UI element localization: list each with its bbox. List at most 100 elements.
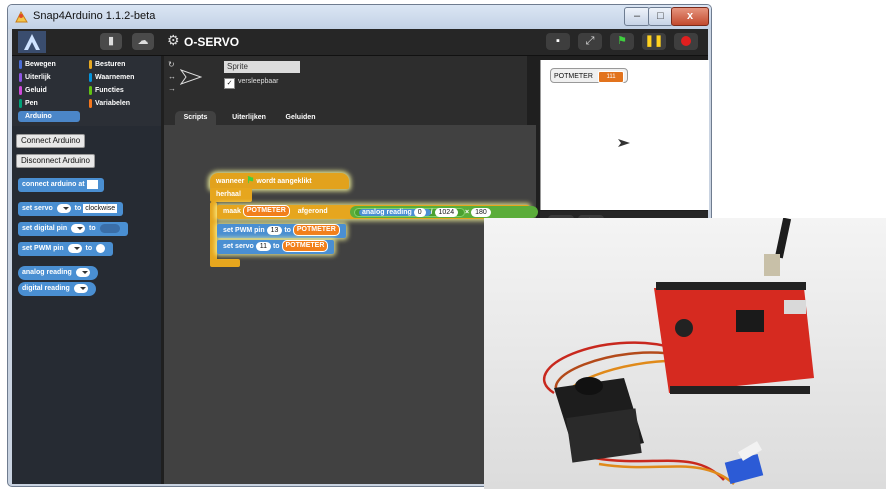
pwm-pin-dropdown[interactable]: [67, 243, 82, 253]
disconnect-arduino-button[interactable]: Disconnect Arduino: [16, 154, 95, 168]
rotation-none-icon[interactable]: →: [168, 84, 176, 93]
category-label: Bewegen: [25, 61, 56, 68]
forever-block[interactable]: herhaal: [210, 188, 252, 202]
category-color-bar: [89, 60, 92, 69]
variable-watcher[interactable]: POTMETER 111: [550, 68, 628, 83]
tab-sounds[interactable]: Geluiden: [279, 111, 322, 125]
block-set-digital-pin[interactable]: set digital pin to: [18, 222, 128, 236]
maximize-button[interactable]: □: [648, 7, 673, 26]
draggable-checkbox[interactable]: ✓: [224, 78, 235, 89]
block-label: to: [272, 243, 280, 250]
green-flag-icon: ⚑: [246, 175, 255, 185]
pause-icon[interactable]: ❚❚: [642, 33, 666, 50]
settings-gear-icon[interactable]: ⚙: [167, 32, 180, 49]
category-geluid[interactable]: Geluid: [18, 85, 80, 96]
variable-dropdown[interactable]: POTMETER: [242, 205, 290, 218]
block-label: analog reading: [362, 209, 412, 216]
scripts-area[interactable]: wanneer ⚑ wordt aangeklikt herhaal maak …: [164, 125, 538, 484]
servo-pin-dropdown[interactable]: 11: [255, 241, 271, 251]
minimize-button[interactable]: –: [624, 7, 650, 26]
tab-scripts[interactable]: Scripts: [175, 111, 216, 125]
multiplier-input[interactable]: 180: [471, 207, 491, 217]
category-bewegen[interactable]: Bewegen: [18, 59, 80, 70]
category-label: Variabelen: [95, 100, 131, 107]
category-label: Arduino: [25, 113, 52, 120]
draggable-label: versleepbaar: [238, 78, 279, 85]
stop-icon[interactable]: [674, 33, 698, 50]
category-label: Uiterlijk: [25, 74, 51, 81]
category-label: Geluid: [25, 87, 47, 94]
close-button[interactable]: x: [671, 7, 709, 26]
category-label: Besturen: [95, 61, 126, 68]
multiply-operator-block[interactable]: analog reading 0 / 1024 × 180: [350, 206, 538, 218]
boolean-slot[interactable]: [99, 223, 120, 233]
green-flag-icon[interactable]: ⚑: [610, 33, 634, 50]
category-color-bar: [89, 73, 92, 82]
divide-operator-block[interactable]: analog reading 0 / 1024: [354, 207, 466, 217]
category-color-bar: [89, 99, 92, 108]
block-label: connect arduino at: [22, 181, 85, 188]
sprite-arrow-icon[interactable]: [618, 139, 630, 147]
category-besturen[interactable]: Besturen: [88, 59, 150, 70]
category-uiterlijk[interactable]: Uiterlijk: [18, 72, 80, 83]
analog-pin-dropdown[interactable]: 0: [413, 207, 426, 217]
block-label: set servo: [22, 205, 53, 212]
digital-read-pin-dropdown[interactable]: [73, 283, 88, 293]
category-variabelen[interactable]: Variabelen: [88, 98, 150, 109]
block-digital-reading[interactable]: digital reading: [18, 282, 96, 296]
analog-pin-dropdown[interactable]: [75, 267, 90, 277]
pwm-pin-dropdown[interactable]: 13: [266, 225, 283, 235]
block-set-pwm-pin[interactable]: set PWM pin to: [18, 242, 114, 256]
analog-reading-block[interactable]: analog reading 0: [359, 207, 431, 217]
category-color-bar: [19, 60, 22, 69]
block-label: afgerond: [297, 208, 328, 215]
category-waarnemen[interactable]: Waarnemen: [88, 72, 150, 83]
hat-block-when-flag-clicked[interactable]: wanneer ⚑ wordt aangeklikt: [210, 173, 349, 189]
block-label: digital reading: [22, 285, 70, 292]
category-color-bar: [89, 86, 92, 95]
category-label: Functies: [95, 87, 124, 94]
top-toolbar: ▮ ☁ ⚙ O-SERVO ▪ ⤢ ⚑ ❚❚: [12, 29, 708, 56]
digital-pin-dropdown[interactable]: [71, 223, 86, 233]
block-label: set PWM pin: [22, 245, 64, 252]
block-label: to: [89, 225, 96, 232]
category-color-bar: [19, 99, 22, 108]
category-selector: Bewegen Besturen Uiterlijk Waarnemen Gel…: [12, 56, 161, 126]
set-servo-block[interactable]: set servo 11 to POTMETER: [217, 240, 335, 254]
set-pwm-pin-block[interactable]: set PWM pin 13 to POTMETER: [217, 224, 346, 238]
fullscreen-icon[interactable]: ⤢: [578, 33, 602, 50]
sprite-name-field[interactable]: Sprite: [224, 61, 300, 73]
servo-variable[interactable]: POTMETER: [281, 240, 329, 253]
snap-logo-icon[interactable]: [18, 31, 46, 53]
block-connect-arduino[interactable]: connect arduino at: [18, 178, 104, 192]
category-label: Waarnemen: [95, 74, 135, 81]
category-pen[interactable]: Pen: [18, 98, 80, 109]
file-icon[interactable]: ▮: [100, 33, 122, 50]
block-label: ×: [465, 209, 470, 216]
pwm-value-input[interactable]: [96, 243, 106, 253]
block-set-servo[interactable]: set servo to clockwise: [18, 202, 124, 216]
hardware-photo-illustration: [484, 218, 886, 489]
port-input[interactable]: [86, 179, 98, 189]
cloud-icon[interactable]: ☁: [132, 33, 154, 50]
category-label: Pen: [25, 100, 38, 107]
forever-block-arm: [210, 202, 217, 262]
category-functies[interactable]: Functies: [88, 85, 150, 96]
block-label: wordt aangeklikt: [256, 178, 312, 185]
tab-costumes[interactable]: Uiterlijken: [227, 111, 271, 125]
block-label: set digital pin: [22, 225, 68, 232]
stage[interactable]: POTMETER 111: [540, 60, 709, 210]
title-bar: Snap4Arduino 1.1.2-beta – □ x: [8, 5, 711, 29]
direction-dropdown[interactable]: clockwise: [83, 203, 118, 213]
pwm-variable[interactable]: POTMETER: [292, 224, 340, 237]
divisor-input[interactable]: 1024: [434, 207, 459, 217]
rotation-lr-icon[interactable]: ↔: [168, 72, 176, 81]
servo-pin-dropdown[interactable]: [56, 203, 71, 213]
category-arduino[interactable]: Arduino: [18, 111, 80, 122]
rotation-any-icon[interactable]: ↻: [168, 60, 175, 69]
block-analog-reading[interactable]: analog reading: [18, 266, 98, 280]
block-label: to: [284, 227, 291, 234]
connect-arduino-button[interactable]: Connect Arduino: [16, 134, 86, 148]
stage-size-icon[interactable]: ▪: [546, 33, 570, 50]
window-title: Snap4Arduino 1.1.2-beta: [33, 10, 156, 22]
